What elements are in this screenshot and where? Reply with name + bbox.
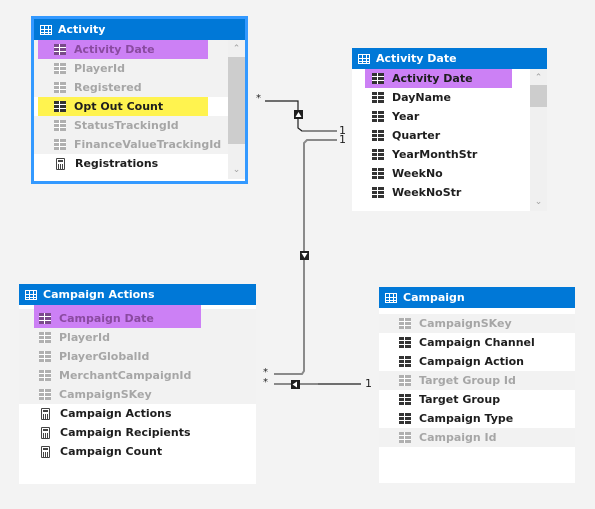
scroll-thumb[interactable]: [530, 85, 547, 107]
table-title: Activity Date: [376, 52, 457, 65]
field-row[interactable]: Campaign Channel: [379, 333, 575, 352]
column-icon: [39, 370, 51, 381]
column-icon: [372, 149, 384, 160]
measure-calculator-icon: [41, 445, 50, 458]
column-icon: [399, 337, 411, 348]
field-row[interactable]: FinanceValueTrackingId: [34, 135, 228, 154]
cardinality-many-campaignactions-b: *: [263, 377, 268, 388]
table-icon: [25, 289, 37, 300]
table-icon: [40, 24, 52, 35]
column-icon: [372, 168, 384, 179]
field-list: CampaignSKey Campaign Channel Campaign A…: [379, 314, 575, 447]
field-list: Activity Date DayName Year Quarter YearM…: [352, 69, 530, 202]
table-title: Campaign: [403, 291, 465, 304]
field-row[interactable]: Campaign Actions: [19, 404, 256, 423]
field-row[interactable]: Campaign Recipients: [19, 423, 256, 442]
field-row[interactable]: Campaign Count: [19, 442, 256, 461]
column-icon: [39, 313, 51, 324]
field-row[interactable]: Campaign Id: [379, 428, 575, 447]
column-icon: [54, 63, 66, 74]
field-row[interactable]: Campaign Action: [379, 352, 575, 371]
filter-arrow-down-icon: [300, 251, 309, 260]
column-icon: [54, 139, 66, 150]
column-icon: [399, 432, 411, 443]
column-icon: [399, 413, 411, 424]
column-icon: [399, 375, 411, 386]
measure-calculator-icon: [41, 426, 50, 439]
table-campaign[interactable]: Campaign CampaignSKey Campaign Channel C…: [379, 287, 575, 483]
cardinality-one-activitydate-b: 1: [339, 133, 346, 146]
column-icon: [54, 101, 66, 112]
scrollbar[interactable]: ⌃ ⌄: [228, 40, 245, 179]
field-row[interactable]: Registered: [34, 78, 228, 97]
table-icon: [358, 53, 370, 64]
field-row[interactable]: PlayerGlobalId: [19, 347, 256, 366]
cardinality-many-activity: *: [256, 93, 261, 104]
field-row[interactable]: PlayerId: [34, 59, 228, 78]
measure-calculator-icon: [41, 407, 50, 420]
filter-arrow-left-icon: [291, 380, 300, 389]
table-title: Activity: [58, 23, 106, 36]
scroll-thumb[interactable]: [228, 57, 245, 144]
field-row[interactable]: Target Group: [379, 390, 575, 409]
column-icon: [39, 332, 51, 343]
table-header-campaign[interactable]: Campaign: [379, 287, 575, 308]
field-row[interactable]: Activity Date: [34, 40, 228, 59]
column-icon: [54, 44, 66, 55]
table-header-activity[interactable]: Activity: [34, 19, 245, 40]
field-row[interactable]: WeekNo: [352, 164, 530, 183]
column-icon: [399, 318, 411, 329]
column-icon: [372, 187, 384, 198]
field-row[interactable]: Registrations: [34, 154, 228, 173]
field-row[interactable]: CampaignSKey: [379, 314, 575, 333]
field-row[interactable]: Activity Date: [352, 69, 530, 88]
field-row[interactable]: YearMonthStr: [352, 145, 530, 164]
column-icon: [54, 82, 66, 93]
table-title: Campaign Actions: [43, 288, 155, 301]
field-row[interactable]: Year: [352, 107, 530, 126]
scroll-down-icon[interactable]: ⌄: [530, 197, 547, 207]
column-icon: [372, 73, 384, 84]
column-icon: [399, 394, 411, 405]
measure-calculator-icon: [56, 157, 65, 170]
column-icon: [372, 111, 384, 122]
table-activity-date[interactable]: Activity Date Activity Date DayName Year…: [352, 48, 547, 211]
table-activity[interactable]: Activity Activity Date PlayerId Register…: [31, 16, 248, 184]
field-row[interactable]: WeekNoStr: [352, 183, 530, 202]
scroll-up-icon[interactable]: ⌃: [228, 44, 245, 54]
table-icon: [385, 292, 397, 303]
field-row[interactable]: Campaign Date: [19, 305, 256, 328]
field-row[interactable]: Opt Out Count: [34, 97, 228, 116]
column-icon: [372, 130, 384, 141]
table-header-activity-date[interactable]: Activity Date: [352, 48, 547, 69]
field-row[interactable]: MerchantCampaignId: [19, 366, 256, 385]
field-list: Activity Date PlayerId Registered Opt Ou…: [34, 40, 228, 173]
field-row[interactable]: DayName: [352, 88, 530, 107]
table-header-campaign-actions[interactable]: Campaign Actions: [19, 284, 256, 305]
scrollbar[interactable]: ⌃ ⌄: [530, 69, 547, 211]
field-row[interactable]: Target Group Id: [379, 371, 575, 390]
column-icon: [372, 92, 384, 103]
column-icon: [54, 120, 66, 131]
cardinality-one-campaign: 1: [365, 377, 372, 390]
field-row[interactable]: Campaign Type: [379, 409, 575, 428]
field-row[interactable]: CampaignSKey: [19, 385, 256, 404]
column-icon: [399, 356, 411, 367]
scroll-up-icon[interactable]: ⌃: [530, 73, 547, 83]
column-icon: [39, 351, 51, 362]
field-row[interactable]: Quarter: [352, 126, 530, 145]
filter-arrow-up-icon: [294, 110, 303, 119]
table-campaign-actions[interactable]: Campaign Actions Campaign Date PlayerId …: [19, 284, 256, 484]
scroll-down-icon[interactable]: ⌄: [228, 165, 245, 175]
field-list: Campaign Date PlayerId PlayerGlobalId Me…: [19, 305, 256, 461]
column-icon: [39, 389, 51, 400]
field-row[interactable]: PlayerId: [19, 328, 256, 347]
field-row[interactable]: StatusTrackingId: [34, 116, 228, 135]
